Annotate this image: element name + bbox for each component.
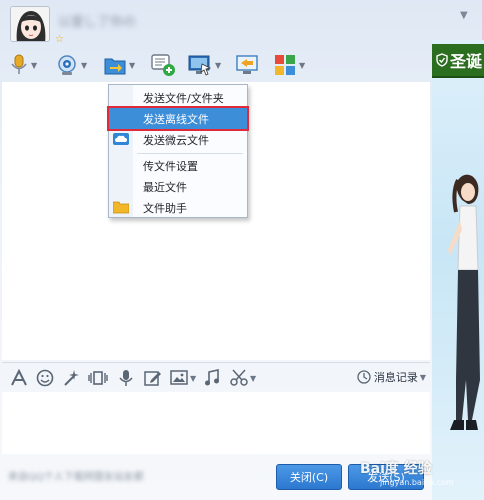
apps-button[interactable]: ▼: [274, 52, 305, 78]
app-grid-icon: [275, 55, 295, 75]
menu-item-label: 最近文件: [143, 180, 187, 194]
input-toolbar: ▼ ▼ 消息记录 ▼: [2, 362, 430, 392]
chevron-down-icon[interactable]: ▼: [250, 374, 256, 383]
create-discussion-button[interactable]: [150, 52, 176, 78]
chat-window: ☆ 以爱し了你の ▼ ▼ ▼ ▼ ▼ ▼ ▼ ▼ 消息记录 ▼ 来自QQ个人下载…: [0, 0, 484, 500]
emoji-button[interactable]: [36, 368, 54, 388]
voice-message-button[interactable]: [118, 368, 134, 388]
chevron-down-icon[interactable]: ▼: [299, 61, 305, 70]
magic-emoji-button[interactable]: [62, 368, 80, 388]
menu-item-label: 发送微云文件: [143, 133, 209, 147]
shake-icon: [88, 371, 108, 385]
chevron-down-icon[interactable]: ▼: [129, 61, 135, 70]
window-shake-button[interactable]: [88, 368, 108, 388]
remote-assist-button[interactable]: ▼: [188, 52, 221, 78]
chevron-down-icon[interactable]: ▼: [81, 61, 87, 70]
cloud-icon: [113, 133, 129, 145]
edit-icon: [144, 371, 161, 386]
font-button[interactable]: [10, 368, 28, 388]
menu-item-send-weiyun-file[interactable]: 发送微云文件: [109, 129, 247, 150]
baidu-watermark-url: jingyan.baidu.com: [380, 478, 454, 487]
screen-share-button[interactable]: [236, 52, 258, 78]
image-button[interactable]: ▼: [170, 368, 196, 388]
remote-desktop-icon: [188, 55, 212, 76]
voice-call-button[interactable]: ▼: [10, 52, 37, 78]
footer-status-text: 来自QQ个人下载网盟友站友都: [8, 472, 144, 483]
close-button[interactable]: 关闭(C): [276, 464, 342, 490]
chevron-down-icon: ▼: [419, 372, 426, 382]
menu-item-label: 文件助手: [143, 201, 187, 215]
avatar[interactable]: [10, 6, 50, 42]
menu-item-send-offline-file[interactable]: 发送离线文件: [109, 108, 247, 129]
baidu-watermark: Bai度 经验: [360, 461, 432, 477]
chevron-down-icon[interactable]: ▼: [31, 61, 37, 70]
message-history-label: 消息记录: [373, 371, 418, 384]
folder-icon: [113, 201, 129, 214]
scissors-icon: [230, 369, 248, 386]
menu-item-file-assistant[interactable]: 文件助手: [109, 197, 247, 218]
clock-icon: [357, 370, 371, 384]
webcam-icon: [58, 55, 76, 75]
add-chat-icon: [151, 54, 175, 76]
send-file-menu: 发送文件/文件夹 发送离线文件 发送微云文件 传文件设置 最近文件 文件助手: [108, 84, 248, 218]
menu-item-label: 传文件设置: [143, 159, 198, 173]
doodle-button[interactable]: [144, 368, 162, 388]
send-file-button[interactable]: ▼: [104, 52, 135, 78]
contact-name[interactable]: 以爱し了你の: [58, 11, 136, 30]
video-call-button[interactable]: ▼: [56, 52, 87, 78]
chevron-down-icon[interactable]: ▼: [215, 61, 221, 70]
menu-item-send-file-folder[interactable]: 发送文件/文件夹: [109, 87, 247, 108]
menu-item-recent-files[interactable]: 最近文件: [109, 176, 247, 197]
magic-wand-icon: [64, 370, 79, 386]
chat-toolbar: ▼ ▼ ▼ ▼ ▼: [0, 50, 430, 80]
vip-star-icon: ☆: [55, 34, 64, 45]
menu-item-label: 发送离线文件: [143, 112, 209, 126]
menu-item-file-transfer-settings[interactable]: 传文件设置: [109, 155, 247, 176]
ad-panel[interactable]: 圣诞: [432, 40, 484, 500]
chevron-down-icon[interactable]: ▼: [190, 374, 196, 383]
music-note-icon: [205, 369, 219, 386]
character-illustration: [448, 174, 480, 430]
music-button[interactable]: [204, 368, 220, 388]
menu-divider: [137, 153, 243, 154]
image-icon: [170, 370, 188, 385]
screen-share-icon: [236, 55, 258, 74]
ad-banner-text: 圣诞: [450, 52, 483, 71]
chevron-down-icon[interactable]: ▼: [460, 10, 468, 21]
screenshot-button[interactable]: ▼: [230, 368, 256, 388]
ad-banner[interactable]: 圣诞: [432, 44, 484, 78]
font-icon: [11, 369, 27, 386]
file-transfer-icon: [104, 58, 126, 75]
message-input[interactable]: [2, 392, 430, 454]
message-history-button[interactable]: 消息记录 ▼: [357, 369, 426, 385]
menu-item-label: 发送文件/文件夹: [143, 91, 224, 105]
microphone-icon: [119, 370, 133, 386]
microphone-icon: [11, 54, 27, 74]
shield-icon: [436, 53, 448, 67]
chat-header: ☆ 以爱し了你の ▼: [0, 0, 484, 48]
smiley-icon: [36, 369, 54, 387]
